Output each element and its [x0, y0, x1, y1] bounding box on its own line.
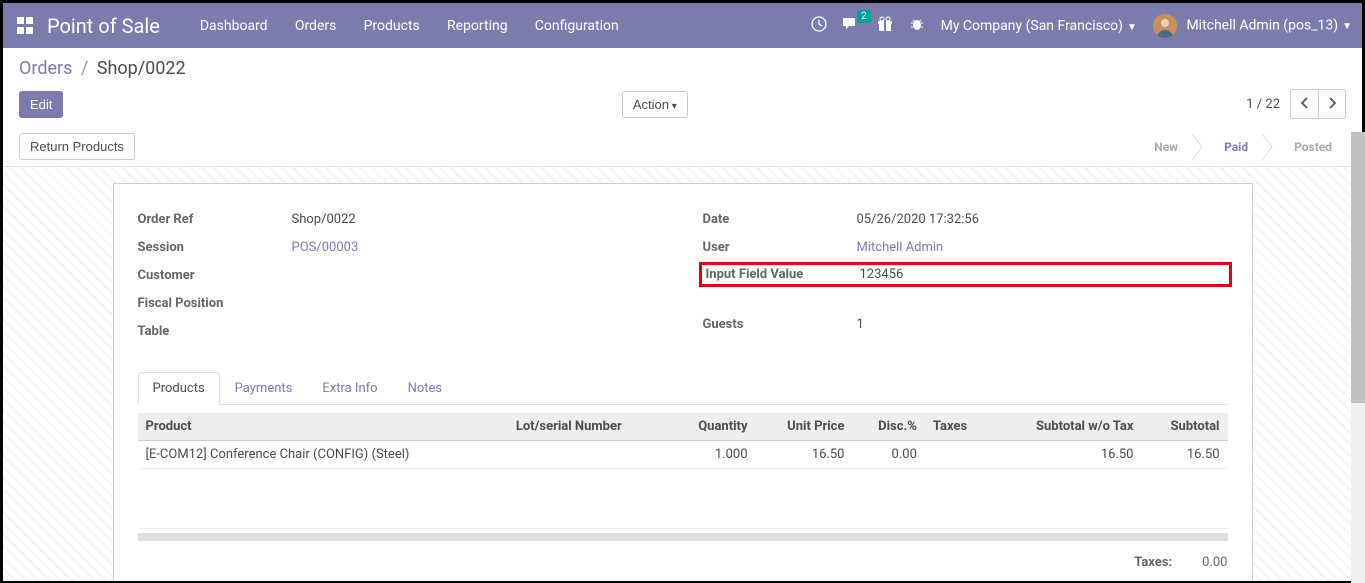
breadcrumb: Orders / Shop/0022: [19, 58, 1346, 79]
customer-label: Customer: [138, 268, 292, 283]
company-switcher[interactable]: My Company (San Francisco)▼: [941, 18, 1137, 34]
status-posted[interactable]: Posted: [1274, 134, 1346, 160]
tab-extra-info[interactable]: Extra Info: [307, 372, 392, 405]
taxes-total-label: Taxes:: [1134, 555, 1172, 570]
col-taxes: Taxes: [925, 413, 991, 441]
cell-subtotal: 16.50: [1141, 441, 1227, 469]
col-lot: Lot/serial Number: [508, 413, 669, 441]
pager-nav: [1290, 89, 1346, 119]
session-label: Session: [138, 240, 292, 255]
guests-value: 1: [857, 317, 1228, 332]
action-button[interactable]: Action: [622, 91, 688, 118]
guests-label: Guests: [703, 317, 857, 332]
bug-icon[interactable]: [909, 16, 925, 36]
date-label: Date: [703, 212, 857, 227]
empty-row: [138, 469, 1228, 529]
input-field-value: 123456: [860, 267, 1225, 282]
menu-orders[interactable]: Orders: [295, 18, 337, 34]
statusbar: New Paid Posted: [1134, 134, 1346, 160]
input-field-highlight: Input Field Value123456: [699, 262, 1232, 287]
table-row[interactable]: [E-COM12] Conference Chair (CONFIG) (Ste…: [138, 441, 1228, 469]
fiscal-position-label: Fiscal Position: [138, 296, 292, 311]
menu-dashboard[interactable]: Dashboard: [200, 18, 268, 34]
status-row: Return Products New Paid Posted: [3, 129, 1362, 167]
col-subtotal: Subtotal: [1141, 413, 1227, 441]
edit-button[interactable]: Edit: [19, 91, 63, 118]
clock-icon[interactable]: [811, 16, 827, 36]
input-field-label: Input Field Value: [706, 267, 860, 282]
cell-discount: 0.00: [852, 441, 924, 469]
user-name: Mitchell Admin (pos_13): [1186, 17, 1338, 33]
avatar-icon: [1153, 14, 1177, 38]
return-products-button[interactable]: Return Products: [19, 133, 135, 160]
order-lines-table: Product Lot/serial Number Quantity Unit …: [138, 413, 1228, 529]
cell-lot: [508, 441, 669, 469]
menu-configuration[interactable]: Configuration: [535, 18, 619, 34]
apps-icon[interactable]: [17, 17, 35, 35]
cell-taxes: [925, 441, 991, 469]
tab-notes[interactable]: Notes: [393, 372, 458, 405]
date-value: 05/26/2020 17:32:56: [857, 212, 1228, 227]
taxes-total-value: 0.00: [1202, 555, 1227, 570]
company-name: My Company (San Francisco): [941, 18, 1123, 34]
main-menu: Dashboard Orders Products Reporting Conf…: [200, 18, 643, 34]
col-product: Product: [138, 413, 508, 441]
cell-subtotal-wo-tax: 16.50: [991, 441, 1141, 469]
order-ref-value: Shop/0022: [292, 212, 663, 227]
tab-products[interactable]: Products: [138, 372, 220, 405]
tab-payments[interactable]: Payments: [220, 372, 308, 405]
table-header-row: Product Lot/serial Number Quantity Unit …: [138, 413, 1228, 441]
session-link[interactable]: POS/00003: [292, 240, 359, 255]
pager-prev-button[interactable]: [1290, 89, 1318, 119]
chevron-right-icon: [1262, 134, 1274, 160]
menu-reporting[interactable]: Reporting: [447, 18, 508, 34]
horizontal-scrollbar[interactable]: [138, 533, 1228, 541]
pager-next-button[interactable]: [1318, 89, 1346, 119]
form-right-col: Date05/26/2020 17:32:56 UserMitchell Adm…: [703, 208, 1228, 348]
form-sheet: Order RefShop/0022 SessionPOS/00003 Cust…: [113, 183, 1253, 581]
user-label: User: [703, 240, 857, 255]
user-link[interactable]: Mitchell Admin: [857, 240, 944, 255]
content-area: Order RefShop/0022 SessionPOS/00003 Cust…: [3, 167, 1362, 581]
col-subtotal-wo-tax: Subtotal w/o Tax: [991, 413, 1141, 441]
tabs: Products Payments Extra Info Notes: [138, 372, 1228, 405]
control-panel: Orders / Shop/0022 Edit Action 1 / 22: [3, 48, 1362, 119]
form-left-col: Order RefShop/0022 SessionPOS/00003 Cust…: [138, 208, 663, 348]
order-ref-label: Order Ref: [138, 212, 292, 227]
status-new[interactable]: New: [1134, 134, 1192, 160]
vertical-scrollbar[interactable]: [1351, 132, 1365, 583]
cell-unit-price: 16.50: [756, 441, 853, 469]
cell-product: [E-COM12] Conference Chair (CONFIG) (Ste…: [138, 441, 508, 469]
col-unit-price: Unit Price: [756, 413, 853, 441]
messages-badge: 2: [857, 10, 871, 23]
status-paid[interactable]: Paid: [1204, 134, 1262, 160]
messages-icon[interactable]: 2: [843, 16, 861, 36]
breadcrumb-root[interactable]: Orders: [19, 58, 72, 79]
cell-quantity: 1.000: [669, 441, 755, 469]
breadcrumb-sep: /: [81, 58, 88, 79]
top-nav: Point of Sale Dashboard Orders Products …: [3, 3, 1362, 48]
pager-text: 1 / 22: [1246, 97, 1280, 112]
breadcrumb-current: Shop/0022: [97, 58, 186, 79]
chevron-right-icon: [1192, 134, 1204, 160]
gift-icon[interactable]: [877, 16, 893, 36]
col-discount: Disc.%: [852, 413, 924, 441]
menu-products[interactable]: Products: [364, 18, 420, 34]
col-quantity: Quantity: [669, 413, 755, 441]
table-label: Table: [138, 324, 292, 339]
app-title: Point of Sale: [47, 14, 160, 38]
user-menu[interactable]: Mitchell Admin (pos_13)▼: [1153, 14, 1352, 38]
totals: Taxes: 0.00: [138, 555, 1228, 570]
